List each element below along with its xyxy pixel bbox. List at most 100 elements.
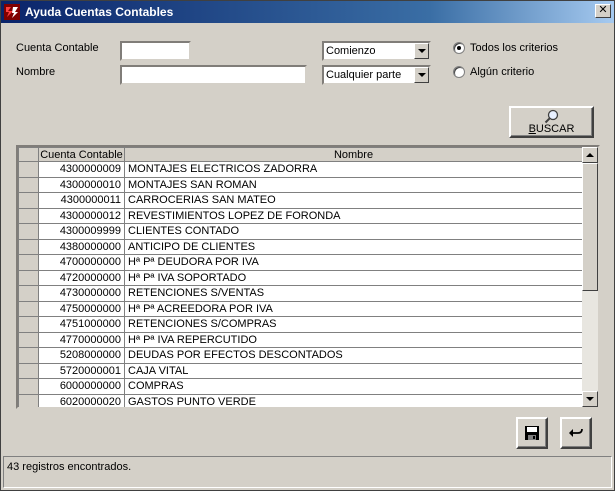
table-row[interactable]: 4720000000 Hª Pª IVA SOPORTADO bbox=[18, 269, 583, 286]
cell-nombre[interactable]: CARROCERIAS SAN MATEO bbox=[124, 192, 583, 209]
cell-cuenta-contable[interactable]: 4300000011 bbox=[38, 192, 125, 209]
cell-nombre[interactable]: ANTICIPO DE CLIENTES bbox=[124, 238, 583, 255]
cell-cuenta-contable[interactable]: 4300000012 bbox=[38, 207, 125, 224]
table-row[interactable]: 4380000000 ANTICIPO DE CLIENTES bbox=[18, 238, 583, 255]
scroll-up-button[interactable] bbox=[582, 147, 598, 163]
table-row[interactable]: 4300000011 CARROCERIAS SAN MATEO bbox=[18, 192, 583, 209]
floppy-disk-icon bbox=[525, 426, 539, 440]
row-selector[interactable] bbox=[18, 192, 39, 209]
row-selector[interactable] bbox=[18, 161, 39, 178]
table-row[interactable]: 4700000000 Hª Pª DEUDORA POR IVA bbox=[18, 254, 583, 271]
row-selector[interactable] bbox=[18, 362, 39, 379]
cell-nombre[interactable]: REVESTIMIENTOS LOPEZ DE FORONDA bbox=[124, 207, 583, 224]
cell-nombre[interactable]: CAJA VITAL bbox=[124, 362, 583, 379]
status-text: 43 registros encontrados. bbox=[7, 461, 132, 473]
arrow-down-icon bbox=[586, 397, 594, 401]
table-body: 4300000009 MONTAJES ELECTRICOS ZADORRA 430… bbox=[18, 161, 583, 407]
chevron-down-icon bbox=[418, 73, 426, 77]
cell-cuenta-contable[interactable]: 4300000010 bbox=[38, 176, 125, 193]
arrow-up-icon bbox=[586, 153, 594, 157]
save-button[interactable] bbox=[516, 417, 548, 449]
row-selector[interactable] bbox=[18, 300, 39, 317]
cell-nombre[interactable]: GASTOS PUNTO VERDE bbox=[124, 393, 583, 407]
cell-nombre[interactable]: DEUDAS POR EFECTOS DESCONTADOS bbox=[124, 347, 583, 364]
title-bar: Ayuda Cuentas Contables ✕ bbox=[1, 1, 614, 23]
table-row[interactable]: 5720000001 CAJA VITAL bbox=[18, 362, 583, 379]
cell-cuenta-contable[interactable]: 4730000000 bbox=[38, 285, 125, 302]
cell-cuenta-contable[interactable]: 5208000000 bbox=[38, 347, 125, 364]
cell-nombre[interactable]: Hª Pª IVA REPERCUTIDO bbox=[124, 331, 583, 348]
cell-cuenta-contable[interactable]: 4770000000 bbox=[38, 331, 125, 348]
table-row[interactable]: 6020000020 GASTOS PUNTO VERDE bbox=[18, 393, 583, 407]
row-selector[interactable] bbox=[18, 223, 39, 240]
cell-cuenta-contable[interactable]: 6000000000 bbox=[38, 378, 125, 395]
table-row[interactable]: 4751000000 RETENCIONES S/COMPRAS bbox=[18, 316, 583, 333]
cell-nombre[interactable]: Hª Pª ACREEDORA POR IVA bbox=[124, 300, 583, 317]
cuenta-match-dropdown-button[interactable] bbox=[414, 43, 429, 59]
row-selector[interactable] bbox=[18, 254, 39, 271]
radio-todos-label: Todos los criterios bbox=[470, 42, 559, 54]
cell-nombre[interactable]: Hª Pª DEUDORA POR IVA bbox=[124, 254, 583, 271]
help-window: Ayuda Cuentas Contables ✕ Cuenta Contabl… bbox=[0, 0, 615, 491]
cell-cuenta-contable[interactable]: 4750000000 bbox=[38, 300, 125, 317]
row-selector[interactable] bbox=[18, 316, 39, 333]
radio-checked-icon bbox=[453, 42, 465, 54]
close-icon: ✕ bbox=[598, 4, 608, 16]
row-selector[interactable] bbox=[18, 347, 39, 364]
radio-unchecked-icon bbox=[453, 66, 465, 78]
table-row[interactable]: 5208000000 DEUDAS POR EFECTOS DESCONTADOS bbox=[18, 347, 583, 364]
cell-cuenta-contable[interactable]: 4380000000 bbox=[38, 238, 125, 255]
row-selector[interactable] bbox=[18, 393, 39, 407]
nombre-input[interactable] bbox=[120, 65, 307, 85]
table-row[interactable]: 4300009999 CLIENTES CONTADO bbox=[18, 223, 583, 240]
row-selector[interactable] bbox=[18, 331, 39, 348]
window-title: Ayuda Cuentas Contables bbox=[25, 5, 174, 19]
table-row[interactable]: 6000000000 COMPRAS bbox=[18, 378, 583, 395]
scroll-thumb[interactable] bbox=[582, 163, 598, 291]
cell-cuenta-contable[interactable]: 4751000000 bbox=[38, 316, 125, 333]
column-header-cuenta[interactable]: Cuenta Contable bbox=[38, 147, 125, 162]
column-header-nombre[interactable]: Nombre bbox=[124, 147, 583, 162]
cell-nombre[interactable]: MONTAJES SAN ROMAN bbox=[124, 176, 583, 193]
row-selector[interactable] bbox=[18, 269, 39, 286]
row-selector[interactable] bbox=[18, 238, 39, 255]
table-row[interactable]: 4300000009 MONTAJES ELECTRICOS ZADORRA bbox=[18, 161, 583, 178]
cell-nombre[interactable]: MONTAJES ELECTRICOS ZADORRA bbox=[124, 161, 583, 178]
row-selector[interactable] bbox=[18, 378, 39, 395]
cell-cuenta-contable[interactable]: 4300009999 bbox=[38, 223, 125, 240]
cuenta-match-value: Comienzo bbox=[326, 45, 376, 57]
vertical-scrollbar[interactable] bbox=[582, 147, 598, 407]
table-row[interactable]: 4730000000 RETENCIONES S/VENTAS bbox=[18, 285, 583, 302]
nombre-match-dropdown-button[interactable] bbox=[414, 67, 429, 83]
row-selector[interactable] bbox=[18, 176, 39, 193]
cell-cuenta-contable[interactable]: 5720000001 bbox=[38, 362, 125, 379]
cell-nombre[interactable]: CLIENTES CONTADO bbox=[124, 223, 583, 240]
scroll-down-button[interactable] bbox=[582, 391, 598, 407]
cell-nombre[interactable]: COMPRAS bbox=[124, 378, 583, 395]
row-selector[interactable] bbox=[18, 285, 39, 302]
cell-nombre[interactable]: RETENCIONES S/VENTAS bbox=[124, 285, 583, 302]
nombre-match-value: Cualquier parte bbox=[326, 69, 402, 81]
row-selector[interactable] bbox=[18, 207, 39, 224]
nombre-match-select[interactable]: Cualquier parte bbox=[322, 65, 431, 85]
table-header-row: Cuenta Contable Nombre bbox=[18, 147, 583, 162]
table-row[interactable]: 4770000000 Hª Pª IVA REPERCUTIDO bbox=[18, 331, 583, 348]
cell-cuenta-contable[interactable]: 4700000000 bbox=[38, 254, 125, 271]
search-button[interactable]: BUSCAR bbox=[509, 106, 594, 138]
table-row[interactable]: 4300000012 REVESTIMIENTOS LOPEZ DE FOROND… bbox=[18, 207, 583, 224]
row-selector-header bbox=[18, 147, 39, 162]
table-row[interactable]: 4750000000 Hª Pª ACREEDORA POR IVA bbox=[18, 300, 583, 317]
chevron-down-icon bbox=[418, 49, 426, 53]
cuenta-contable-input[interactable] bbox=[120, 41, 191, 61]
cell-cuenta-contable[interactable]: 6020000020 bbox=[38, 393, 125, 407]
cell-cuenta-contable[interactable]: 4300000009 bbox=[38, 161, 125, 178]
radio-algun-label: Algún criterio bbox=[470, 66, 535, 78]
table-row[interactable]: 4300000010 MONTAJES SAN ROMAN bbox=[18, 176, 583, 193]
close-button[interactable]: ✕ bbox=[595, 4, 611, 18]
cell-cuenta-contable[interactable]: 4720000000 bbox=[38, 269, 125, 286]
undo-button[interactable] bbox=[560, 417, 592, 449]
search-button-label: BUSCAR bbox=[528, 123, 575, 135]
cell-nombre[interactable]: RETENCIONES S/COMPRAS bbox=[124, 316, 583, 333]
cell-nombre[interactable]: Hª Pª IVA SOPORTADO bbox=[124, 269, 583, 286]
cuenta-match-select[interactable]: Comienzo bbox=[322, 41, 431, 61]
